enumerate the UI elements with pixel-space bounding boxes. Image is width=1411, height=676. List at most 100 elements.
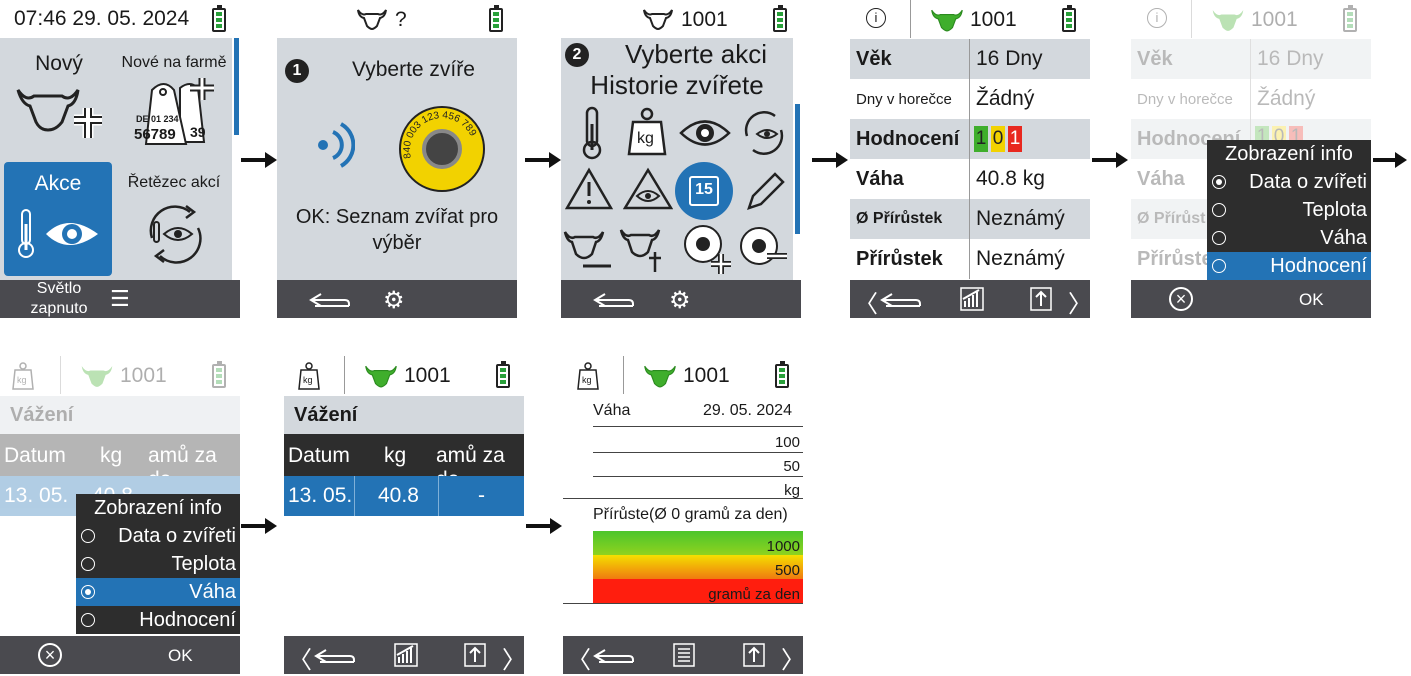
- bottom-bar: ⚙: [277, 280, 517, 318]
- next-icon[interactable]: 〉: [1068, 284, 1090, 318]
- table-cell: 13. 05.: [4, 484, 69, 507]
- back-icon[interactable]: [591, 288, 635, 310]
- popup-option[interactable]: Hodnocení: [1207, 252, 1371, 280]
- popup-title: Zobrazení info: [1225, 142, 1353, 165]
- cow-minus-icon[interactable]: [563, 228, 613, 272]
- content-panel: 1 Vyberte zvíře 840 003 123 456 789 OK: …: [277, 38, 517, 280]
- tag-plus-icon[interactable]: [681, 222, 733, 276]
- battery-icon: [496, 361, 510, 388]
- popup-option[interactable]: Hodnocení: [76, 606, 240, 634]
- info-icon[interactable]: i: [866, 8, 886, 28]
- scrollbar[interactable]: [795, 104, 800, 234]
- tile-action[interactable]: Akce: [4, 162, 112, 276]
- flow-arrow: [241, 152, 277, 168]
- back-icon[interactable]: [307, 288, 351, 310]
- tag-minus-icon[interactable]: [737, 226, 789, 270]
- table-row[interactable]: 13. 05. 40.8 -: [284, 476, 524, 516]
- battery-icon: [489, 5, 503, 32]
- warning-icon[interactable]: [565, 166, 613, 210]
- back-icon[interactable]: [312, 644, 356, 666]
- bottom-bar: 〈 〉: [850, 280, 1090, 318]
- cancel-icon[interactable]: ×: [1169, 287, 1193, 311]
- row-value: 16 Dny: [976, 47, 1043, 70]
- animal-id: 1001: [683, 364, 730, 387]
- settings-gear-icon[interactable]: ⚙: [669, 286, 691, 315]
- score-badge: 1: [1008, 126, 1022, 152]
- upload-icon[interactable]: [1030, 287, 1052, 311]
- popup-option[interactable]: Data o zvířeti: [1207, 168, 1371, 196]
- option-label: Teplota: [171, 552, 237, 575]
- back-icon[interactable]: [591, 644, 635, 666]
- pencil-icon[interactable]: [743, 170, 787, 214]
- chart-icon[interactable]: [960, 287, 984, 311]
- tick-label: 100: [774, 434, 800, 451]
- step-badge: 1: [285, 59, 309, 83]
- menu-icon[interactable]: ☰: [110, 286, 130, 312]
- flow-arrow: [525, 152, 561, 168]
- gridline: [563, 498, 803, 499]
- data-row: Dny v horečce Žádný: [850, 79, 1090, 119]
- calendar-icon[interactable]: 15: [675, 162, 733, 220]
- bottom-bar: 〈 〉: [563, 636, 803, 674]
- radio-icon: [81, 529, 95, 543]
- row-value: 40.8 kg: [976, 167, 1045, 190]
- tile-new-animal[interactable]: Nový: [4, 40, 114, 158]
- tag-text-1: DE 01 234: [136, 114, 179, 124]
- step-badge: 2: [565, 43, 589, 67]
- chart-icon[interactable]: [394, 643, 418, 667]
- cycle-eye-icon[interactable]: [739, 108, 789, 158]
- light-toggle[interactable]: Světlo zapnuto: [14, 279, 104, 318]
- weight-kg-icon[interactable]: kg: [627, 106, 667, 156]
- kg-text: kg: [582, 375, 592, 385]
- scrollbar[interactable]: [234, 38, 239, 135]
- clock-date: 07:46 29. 05. 2024: [14, 7, 190, 30]
- flow-arrow: [1373, 152, 1407, 168]
- screen-title: Vyberte zvíře: [352, 58, 475, 81]
- status-bar: 07:46 29. 05. 2024: [0, 0, 240, 38]
- screen-select-action: 1001 2 Vyberte akci Historie zvířete kg: [561, 0, 801, 318]
- radio-icon: [1212, 175, 1226, 189]
- cow-head-icon: [931, 9, 963, 32]
- flow-arrow: [812, 152, 848, 168]
- score-badge: 0: [991, 126, 1005, 152]
- row-key: Hodnocení: [850, 119, 970, 159]
- prev-icon[interactable]: 〈: [854, 284, 878, 318]
- popup-option[interactable]: Váha: [76, 578, 240, 606]
- tile-label: Nový: [35, 52, 83, 75]
- battery-icon: [773, 5, 787, 32]
- row-value: Neznámý: [976, 247, 1065, 270]
- ok-button[interactable]: OK: [1299, 290, 1324, 310]
- column-header: Datum: [4, 444, 66, 467]
- section-title: Vážení: [294, 404, 358, 426]
- tile-new-on-farm[interactable]: Nové na farmě DE 01 234 56789 39: [116, 40, 232, 158]
- ear-tag-round-icon: 840 003 123 456 789: [399, 106, 485, 192]
- next-icon[interactable]: 〉: [781, 640, 803, 675]
- row-value: 16 Dny: [1257, 47, 1324, 70]
- cancel-icon[interactable]: ×: [38, 643, 62, 667]
- tile-action-chain[interactable]: Řetězec akcí: [116, 162, 232, 276]
- warning-eye-icon[interactable]: [623, 166, 673, 210]
- table-header: Datum kg amů za de: [0, 434, 240, 491]
- popup-option[interactable]: Váha: [1207, 224, 1371, 252]
- back-icon[interactable]: [878, 288, 922, 310]
- settings-gear-icon[interactable]: ⚙: [383, 286, 405, 315]
- ok-button[interactable]: OK: [168, 646, 193, 666]
- thermometer-icon[interactable]: [577, 106, 607, 160]
- list-icon[interactable]: [673, 643, 695, 667]
- prev-icon[interactable]: 〈: [567, 640, 591, 675]
- row-key: Dny v horečce: [1131, 79, 1251, 119]
- data-row: Přírůstek Neznámý: [850, 239, 1090, 279]
- bottom-bar: 〈 〉: [284, 636, 524, 674]
- section-title: Vážení: [10, 404, 74, 426]
- popup-option[interactable]: Teplota: [76, 550, 240, 578]
- screen-title: Vyberte akci: [624, 39, 768, 69]
- popup-option[interactable]: Data o zvířeti: [76, 522, 240, 550]
- table-header: Datum kg amů za de: [284, 434, 524, 491]
- popup-option[interactable]: Teplota: [1207, 196, 1371, 224]
- cow-dead-icon[interactable]: [619, 226, 669, 274]
- upload-icon[interactable]: [743, 643, 765, 667]
- prev-icon[interactable]: 〈: [288, 640, 312, 675]
- eye-icon[interactable]: [679, 116, 731, 150]
- upload-icon[interactable]: [464, 643, 486, 667]
- next-icon[interactable]: 〉: [502, 640, 524, 675]
